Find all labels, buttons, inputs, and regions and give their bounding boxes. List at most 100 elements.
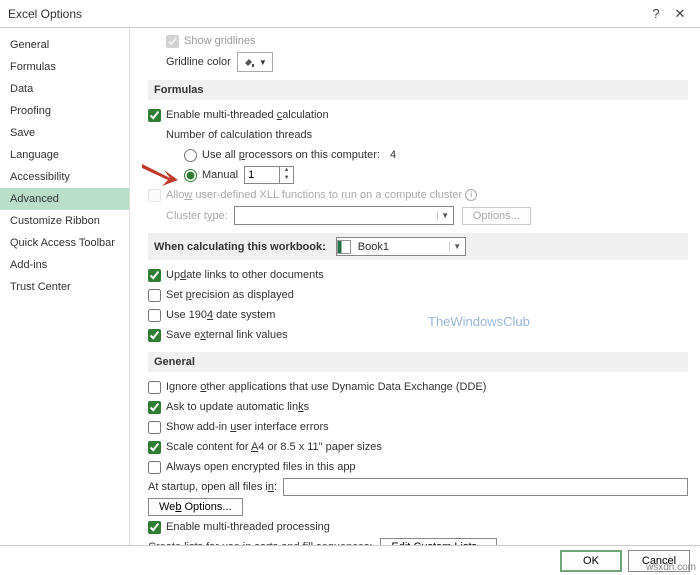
enable-multithread-checkbox[interactable] (148, 109, 161, 122)
date1904-checkbox[interactable] (148, 309, 161, 322)
when-calc-section-header: When calculating this workbook: Book1 ▼ (148, 233, 688, 260)
gridline-color-picker[interactable]: ▼ (237, 52, 273, 72)
ignore-dde-checkbox[interactable] (148, 381, 161, 394)
sidebar-item-data[interactable]: Data (0, 78, 129, 100)
create-lists-label: Create lists for use in sorts and fill s… (148, 541, 372, 545)
addin-errors-row: Show add-in user interface errors (148, 418, 688, 436)
show-gridlines-row: Show gridlines (148, 32, 688, 50)
edit-custom-lists-button[interactable]: Edit Custom Lists... (380, 538, 497, 545)
ask-links-label: Ask to update automatic links (166, 401, 309, 413)
always-encrypted-row: Always open encrypted files in this app (148, 458, 688, 476)
excel-icon (337, 240, 351, 254)
save-external-row: Save external link values (148, 326, 688, 344)
cluster-options-button: Options... (462, 207, 531, 225)
allow-xll-checkbox (148, 189, 161, 202)
use-all-processors-label: Use all processors on this computer: (202, 149, 380, 161)
save-external-label: Save external link values (166, 329, 288, 341)
sidebar-item-addins[interactable]: Add-ins (0, 254, 129, 276)
chevron-down-icon: ▼ (449, 242, 465, 251)
sidebar: General Formulas Data Proofing Save Lang… (0, 28, 130, 545)
show-gridlines-label: Show gridlines (184, 35, 256, 47)
spinner-arrows[interactable]: ▲▼ (279, 167, 293, 183)
precision-label: Set precision as displayed (166, 289, 294, 301)
update-links-checkbox[interactable] (148, 269, 161, 282)
create-lists-row: Create lists for use in sorts and fill s… (148, 538, 688, 545)
ask-links-row: Ask to update automatic links (148, 398, 688, 416)
workbook-name: Book1 (354, 241, 449, 253)
startup-folder-label: At startup, open all files in: (148, 481, 277, 493)
scale-content-row: Scale content for A4 or 8.5 x 11" paper … (148, 438, 688, 456)
sidebar-item-advanced[interactable]: Advanced (0, 188, 129, 210)
enable-mt-processing-checkbox[interactable] (148, 521, 161, 534)
web-options-row: Web Options... (148, 498, 688, 516)
chevron-down-icon: ▼ (437, 211, 453, 220)
precision-row: Set precision as displayed (148, 286, 688, 304)
manual-threads-row: Manual ▲▼ (148, 166, 688, 184)
main-area: General Formulas Data Proofing Save Lang… (0, 28, 700, 545)
num-threads-label: Number of calculation threads (166, 129, 312, 141)
manual-threads-radio[interactable] (184, 169, 197, 182)
gridline-color-label: Gridline color (166, 56, 231, 68)
when-calc-header-text: When calculating this workbook: (154, 241, 326, 253)
enable-mt-processing-row: Enable multi-threaded processing (148, 518, 688, 536)
paint-bucket-icon (243, 56, 255, 68)
always-encrypted-checkbox[interactable] (148, 461, 161, 474)
sidebar-item-language[interactable]: Language (0, 144, 129, 166)
ask-links-checkbox[interactable] (148, 401, 161, 414)
window-title: Excel Options (8, 7, 644, 21)
use-all-processors-row: Use all processors on this computer: 4 (148, 146, 688, 164)
save-external-checkbox[interactable] (148, 329, 161, 342)
chevron-down-icon: ▼ (259, 58, 267, 67)
gridline-color-row: Gridline color ▼ (148, 52, 688, 72)
startup-folder-row: At startup, open all files in: (148, 478, 688, 496)
enable-multithread-row: Enable multi-threaded calculation (148, 106, 688, 124)
num-threads-label-row: Number of calculation threads (148, 126, 688, 144)
sidebar-item-qat[interactable]: Quick Access Toolbar (0, 232, 129, 254)
enable-mt-processing-label: Enable multi-threaded processing (166, 521, 330, 533)
precision-checkbox[interactable] (148, 289, 161, 302)
web-options-button[interactable]: Web Options... (148, 498, 243, 516)
info-icon: i (465, 189, 477, 201)
sidebar-item-accessibility[interactable]: Accessibility (0, 166, 129, 188)
manual-threads-label: Manual (202, 169, 238, 181)
use-all-processors-radio[interactable] (184, 149, 197, 162)
show-gridlines-checkbox[interactable] (166, 35, 179, 48)
dialog-footer: OK Cancel (0, 545, 700, 575)
update-links-label: Update links to other documents (166, 269, 324, 281)
sidebar-item-trust-center[interactable]: Trust Center (0, 276, 129, 298)
manual-threads-spinner[interactable]: ▲▼ (244, 166, 294, 184)
date1904-label: Use 1904 date system (166, 309, 275, 321)
site-watermark: wsxdn.com (646, 562, 696, 573)
ignore-dde-label: Ignore other applications that use Dynam… (166, 381, 486, 393)
cluster-type-combo: ▼ (234, 206, 454, 225)
help-button[interactable]: ? (644, 4, 668, 24)
update-links-row: Update links to other documents (148, 266, 688, 284)
ok-button[interactable]: OK (560, 550, 622, 572)
content-panel: Show gridlines Gridline color ▼ Formulas… (130, 28, 700, 545)
sidebar-item-save[interactable]: Save (0, 122, 129, 144)
sidebar-item-proofing[interactable]: Proofing (0, 100, 129, 122)
scale-content-checkbox[interactable] (148, 441, 161, 454)
formulas-section-header: Formulas (148, 80, 688, 100)
addin-errors-label: Show add-in user interface errors (166, 421, 329, 433)
cluster-type-row: Cluster type: ▼ Options... (148, 206, 688, 225)
sidebar-item-formulas[interactable]: Formulas (0, 56, 129, 78)
cluster-type-label: Cluster type: (166, 210, 228, 222)
always-encrypted-label: Always open encrypted files in this app (166, 461, 356, 473)
enable-multithread-label: Enable multi-threaded calculation (166, 109, 329, 121)
date1904-row: Use 1904 date system (148, 306, 688, 324)
allow-xll-row: Allow user-defined XLL functions to run … (148, 186, 688, 204)
scale-content-label: Scale content for A4 or 8.5 x 11" paper … (166, 441, 382, 453)
close-button[interactable]: ✕ (668, 4, 692, 24)
sidebar-item-general[interactable]: General (0, 34, 129, 56)
general-section-header: General (148, 352, 688, 372)
processor-count: 4 (390, 149, 396, 161)
workbook-combo[interactable]: Book1 ▼ (336, 237, 466, 256)
ignore-dde-row: Ignore other applications that use Dynam… (148, 378, 688, 396)
addin-errors-checkbox[interactable] (148, 421, 161, 434)
manual-threads-input[interactable] (245, 167, 279, 183)
startup-folder-input[interactable] (283, 478, 688, 496)
sidebar-item-customize-ribbon[interactable]: Customize Ribbon (0, 210, 129, 232)
titlebar: Excel Options ? ✕ (0, 0, 700, 28)
allow-xll-label: Allow user-defined XLL functions to run … (166, 189, 462, 201)
